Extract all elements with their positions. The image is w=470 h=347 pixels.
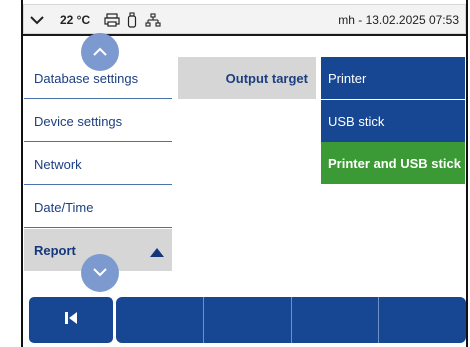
sidebar-item-label: Database settings bbox=[34, 70, 139, 86]
sidebar-item-label: Date/Time bbox=[34, 199, 94, 215]
option-printer-and-usb-stick[interactable]: Printer and USB stick bbox=[321, 142, 465, 184]
divider bbox=[24, 184, 172, 185]
scroll-up-button[interactable] bbox=[81, 33, 119, 71]
divider bbox=[24, 227, 172, 228]
user-datetime: mh - 13.02.2025 07:53 bbox=[338, 13, 459, 27]
chevron-up-icon bbox=[93, 43, 107, 61]
option-usb-stick[interactable]: USB stick bbox=[321, 100, 465, 142]
scroll-down-button[interactable] bbox=[81, 254, 119, 292]
usb-icon bbox=[127, 5, 137, 35]
bottom-slot-2[interactable] bbox=[204, 297, 292, 343]
skip-back-icon bbox=[63, 310, 79, 331]
sidebar-item-date-time[interactable]: Date/Time bbox=[24, 186, 172, 228]
chevron-down-icon bbox=[93, 264, 107, 282]
bottom-slot-1[interactable] bbox=[116, 297, 204, 343]
sidebar-item-device-settings[interactable]: Device settings bbox=[24, 100, 172, 142]
printer-icon bbox=[104, 5, 120, 35]
output-target-label: Output target bbox=[178, 57, 316, 99]
chevron-down-icon[interactable] bbox=[30, 5, 44, 35]
bottom-action-bar bbox=[116, 297, 466, 343]
option-printer[interactable]: Printer bbox=[321, 57, 465, 99]
sidebar-item-label: Report bbox=[34, 242, 76, 258]
sidebar-item-network[interactable]: Network bbox=[24, 143, 172, 185]
divider bbox=[24, 98, 172, 99]
network-icon bbox=[145, 5, 161, 35]
bottom-slot-4[interactable] bbox=[379, 297, 466, 343]
device-frame-right bbox=[466, 0, 468, 347]
triangle-up-icon bbox=[150, 245, 164, 260]
device-frame-left bbox=[21, 0, 23, 347]
divider bbox=[24, 141, 172, 142]
option-label: USB stick bbox=[328, 113, 385, 129]
option-label: Printer bbox=[328, 70, 367, 86]
sidebar-item-label: Device settings bbox=[34, 113, 123, 129]
status-bar: 22 °C mh - 13.02.2025 07:53 bbox=[23, 4, 466, 34]
temperature-readout: 22 °C bbox=[60, 13, 91, 27]
sidebar-item-label: Network bbox=[34, 156, 82, 172]
back-button[interactable] bbox=[29, 297, 113, 343]
bottom-slot-3[interactable] bbox=[292, 297, 380, 343]
option-label: Printer and USB stick bbox=[328, 155, 461, 171]
